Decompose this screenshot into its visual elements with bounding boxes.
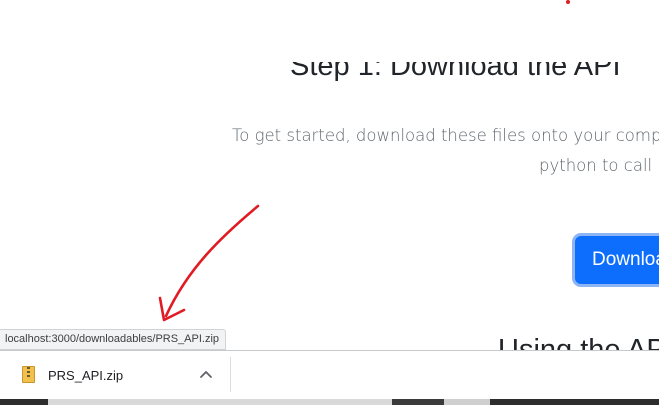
zip-file-icon	[22, 366, 35, 383]
download-file-name: PRS_API.zip	[48, 368, 124, 383]
download-item[interactable]: PRS_API.zip	[0, 351, 230, 399]
download-shelf: PRS_API.zip	[0, 350, 659, 405]
status-bar-url: localhost:3000/downloadables/PRS_API.zip	[0, 329, 227, 350]
taskbar-strip	[0, 399, 659, 405]
chevron-up-icon[interactable]	[199, 369, 213, 379]
shelf-divider	[230, 357, 231, 392]
web-page: Step 1: Download the API To get started,…	[0, 0, 659, 405]
